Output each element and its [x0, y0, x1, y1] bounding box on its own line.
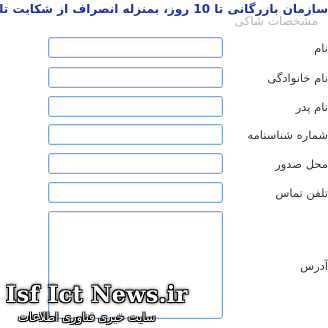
last-name-label: نام خانوادگی	[267, 71, 328, 85]
phone-label: تلفن تماس	[275, 186, 328, 200]
first-name-input[interactable]	[48, 37, 223, 58]
site-watermark-brand: Isf Ict News.ir	[6, 282, 188, 308]
first-name-label: نام	[314, 41, 328, 55]
place-of-issue-label: محل صدور	[275, 157, 328, 171]
last-name-input[interactable]	[48, 67, 223, 88]
section-heading: مشخصات شاکی	[234, 14, 318, 28]
address-label: آدرس	[300, 259, 328, 273]
id-number-label: شماره شناسنامه	[247, 128, 328, 142]
site-watermark-tagline: سایت خبری فناوری اطلاعات	[18, 310, 156, 324]
id-number-input[interactable]	[48, 124, 223, 145]
place-of-issue-input[interactable]	[48, 153, 223, 174]
father-name-label: نام پدر	[295, 100, 328, 114]
father-name-input[interactable]	[48, 96, 223, 117]
phone-input[interactable]	[48, 182, 223, 203]
